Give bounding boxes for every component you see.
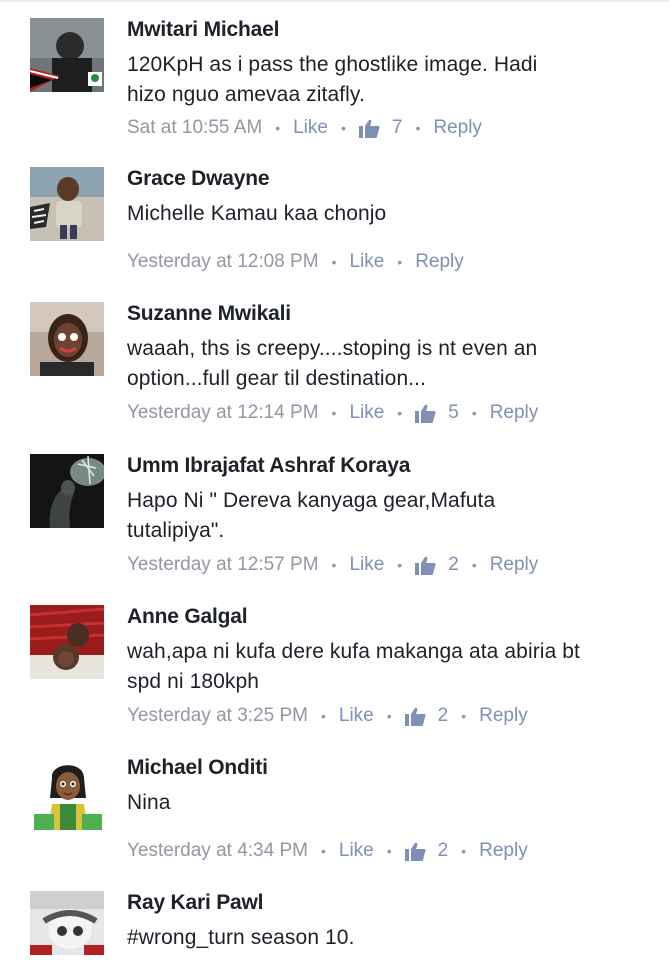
avatar[interactable] [30,302,104,376]
avatar-image [30,18,104,92]
reply-link[interactable]: Reply [433,117,482,139]
separator-dot: • [320,708,326,724]
comment-line: #wrong_turn season 10. [127,926,355,949]
separator-dot: • [331,405,337,421]
avatar-image [30,891,104,955]
comment-line: waaah, ths is creepy....stoping is nt ev… [127,337,538,360]
like-link[interactable]: Like [349,402,384,424]
comment-text: #wrong_turn season 10. [127,923,647,953]
like-link[interactable]: Like [349,554,384,576]
separator-dot: • [275,120,281,136]
avatar-image [30,756,104,830]
separator-dot: • [397,405,403,421]
separator-dot: • [386,708,392,724]
commenter-name[interactable]: Suzanne Mwikali [127,302,291,326]
comment-text: Hapo Ni " Dereva kanyaga gear,Mafuta tut… [127,486,647,546]
reply-link[interactable]: Reply [415,251,464,273]
timestamp[interactable]: Yesterday at 12:14 PM [127,402,319,424]
comment-meta: Yesterday at 12:14 PM • Like • 5 • Reply [127,402,538,424]
comment-feed: Mwitari Michael 120KpH as i pass the gho… [0,0,669,960]
avatar-image [30,302,104,376]
comment-text: Michelle Kamau kaa chonjo [127,199,647,229]
reply-link[interactable]: Reply [490,402,539,424]
reply-link[interactable]: Reply [479,840,528,862]
reply-link[interactable]: Reply [490,554,539,576]
like-count[interactable]: 7 [358,117,403,139]
commenter-name[interactable]: Grace Dwayne [127,167,270,191]
separator-dot: • [461,843,467,859]
comment-text: 120KpH as i pass the ghostlike image. Ha… [127,50,647,110]
commenter-name[interactable]: Umm Ibrajafat Ashraf Koraya [127,454,410,478]
commenter-name[interactable]: Mwitari Michael [127,18,279,42]
like-count-value: 2 [448,554,459,575]
avatar[interactable] [30,454,104,528]
avatar[interactable] [30,167,104,241]
like-count[interactable]: 2 [415,554,459,576]
thumbs-up-icon [415,404,436,423]
avatar-image [30,605,104,679]
comment-line: spd ni 180kph [127,670,260,693]
like-count[interactable]: 2 [404,705,449,727]
separator-dot: • [415,120,421,136]
like-link[interactable]: Like [293,117,328,139]
comment-line: wah,apa ni kufa dere kufa makanga ata ab… [127,640,580,663]
comment-meta: Yesterday at 4:34 PM • Like • 2 • Reply [127,840,528,862]
comment-line: Nina [127,791,171,814]
separator-dot: • [397,254,403,270]
thumbs-up-icon [404,707,426,726]
like-link[interactable]: Like [339,840,374,862]
separator-dot: • [340,120,346,136]
comment-meta: Yesterday at 12:57 PM • Like • 2 • Reply [127,554,538,576]
thumbs-up-icon [358,119,380,138]
comment-line-text: kaa chonjo [277,202,387,225]
separator-dot: • [386,843,392,859]
commenter-name[interactable]: Anne Galgal [127,605,248,629]
avatar-image [30,454,104,528]
separator-dot: • [331,254,337,270]
like-count[interactable]: 5 [415,402,459,424]
timestamp[interactable]: Yesterday at 12:57 PM [127,554,319,576]
comment-line: hizo nguo amevaa zitafly. [127,83,365,106]
comment-line: option...full gear til destination... [127,367,427,390]
like-count[interactable]: 2 [404,840,449,862]
comment-meta: Yesterday at 12:08 PM • Like • Reply [127,251,464,273]
separator-dot: • [471,557,477,573]
comment-meta: Yesterday at 3:25 PM • Like • 2 • Reply [127,705,528,727]
timestamp[interactable]: Sat at 10:55 AM [127,117,262,139]
comment-line: Hapo Ni " Dereva kanyaga gear,Mafuta [127,489,496,512]
avatar-image [30,167,104,241]
divider [0,0,669,2]
avatar[interactable] [30,605,104,679]
reply-link[interactable]: Reply [479,705,528,727]
comment-line: Michelle Kamau kaa chonjo [127,199,647,229]
comment-text: waaah, ths is creepy....stoping is nt ev… [127,334,647,394]
commenter-name[interactable]: Ray Kari Pawl [127,891,264,915]
avatar[interactable] [30,891,104,955]
avatar[interactable] [30,756,104,830]
separator-dot: • [461,708,467,724]
thumbs-up-icon [404,842,426,861]
like-count-value: 2 [437,840,449,861]
comment-text: Nina [127,788,647,818]
commenter-name[interactable]: Michael Onditi [127,756,268,780]
like-count-value: 7 [391,117,403,138]
comment-line: tutalipiya". [127,519,225,542]
comment-text: wah,apa ni kufa dere kufa makanga ata ab… [127,637,647,697]
like-count-value: 2 [437,705,449,726]
separator-dot: • [471,405,477,421]
separator-dot: • [320,843,326,859]
timestamp[interactable]: Yesterday at 3:25 PM [127,705,308,727]
like-count-value: 5 [448,402,459,423]
thumbs-up-icon [415,556,436,575]
timestamp[interactable]: Yesterday at 12:08 PM [127,251,319,273]
mention-link[interactable]: Michelle Kamau [127,202,278,225]
like-link[interactable]: Like [339,705,374,727]
avatar[interactable] [30,18,104,92]
like-link[interactable]: Like [349,251,384,273]
separator-dot: • [331,557,337,573]
timestamp[interactable]: Yesterday at 4:34 PM [127,840,308,862]
comment-line: 120KpH as i pass the ghostlike image. Ha… [127,53,538,76]
separator-dot: • [397,557,403,573]
comment-meta: Sat at 10:55 AM • Like • 7 • Reply [127,117,482,139]
